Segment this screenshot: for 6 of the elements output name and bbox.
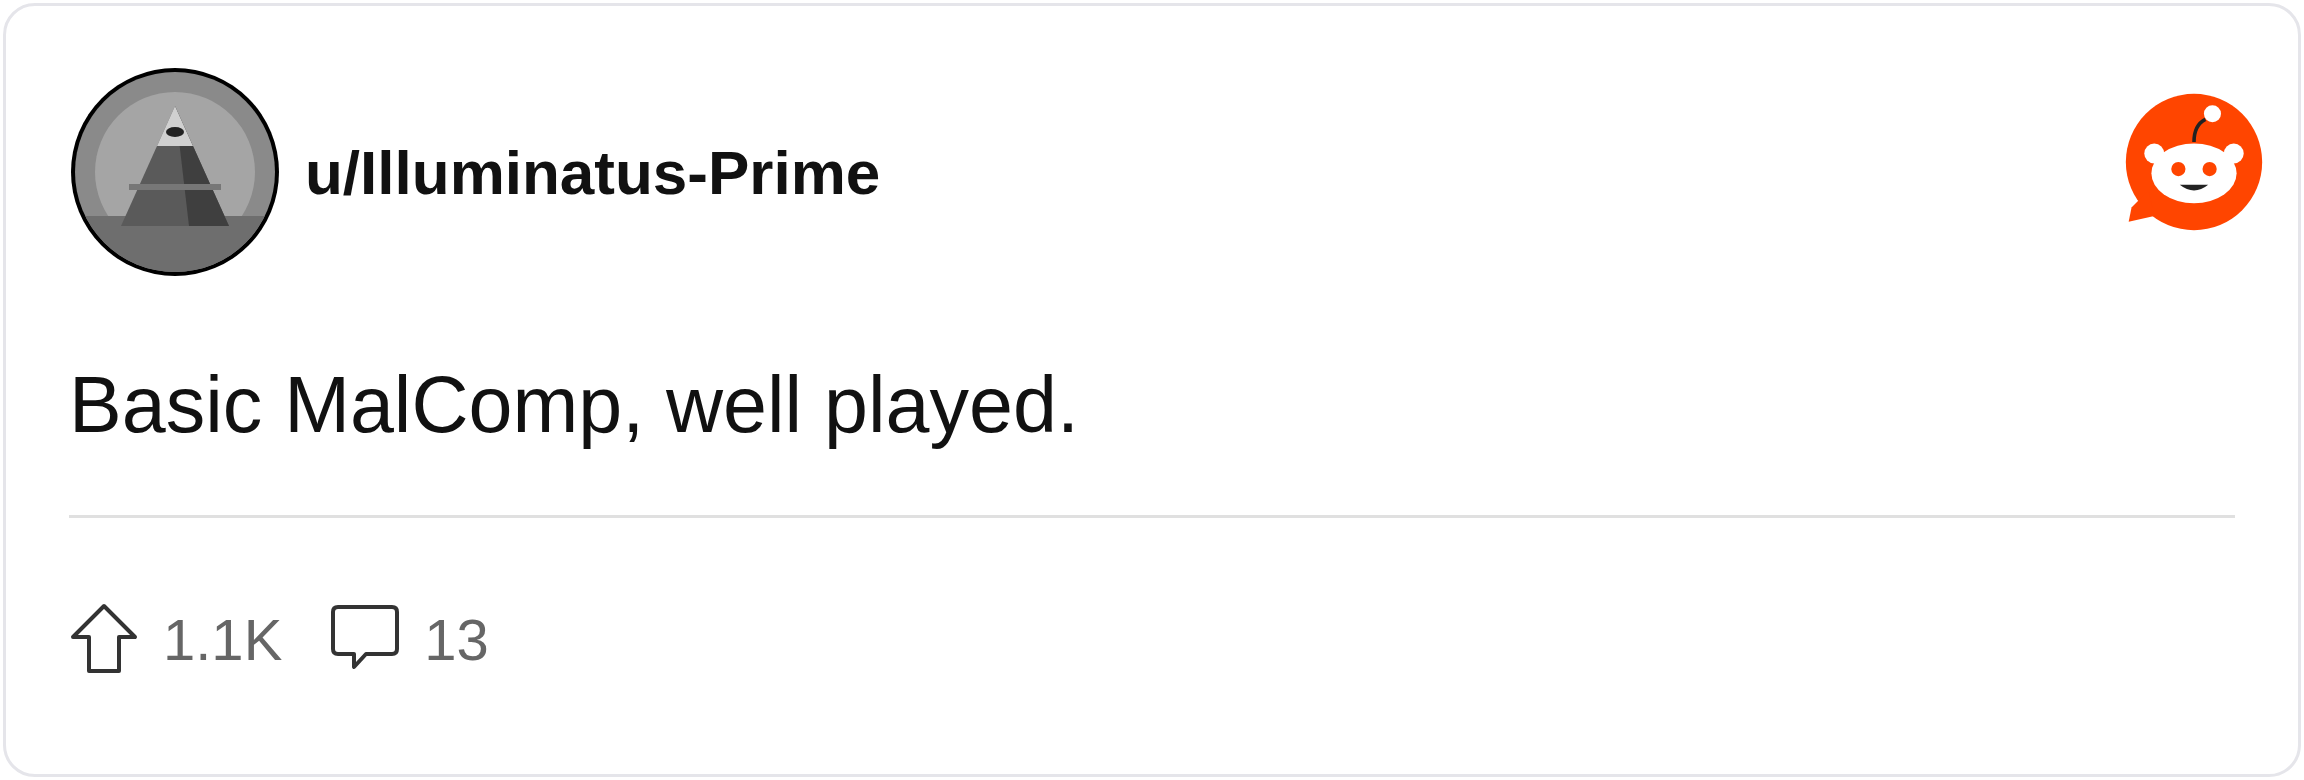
- comment-text: Basic MalComp, well played.: [69, 362, 1080, 449]
- upvote-count: 1.1K: [163, 605, 283, 674]
- upvote-icon[interactable]: [69, 603, 139, 676]
- username[interactable]: u/Illuminatus-Prime: [305, 125, 881, 219]
- robot-mascot-icon: [2123, 91, 2265, 233]
- comment-count: 13: [424, 605, 489, 674]
